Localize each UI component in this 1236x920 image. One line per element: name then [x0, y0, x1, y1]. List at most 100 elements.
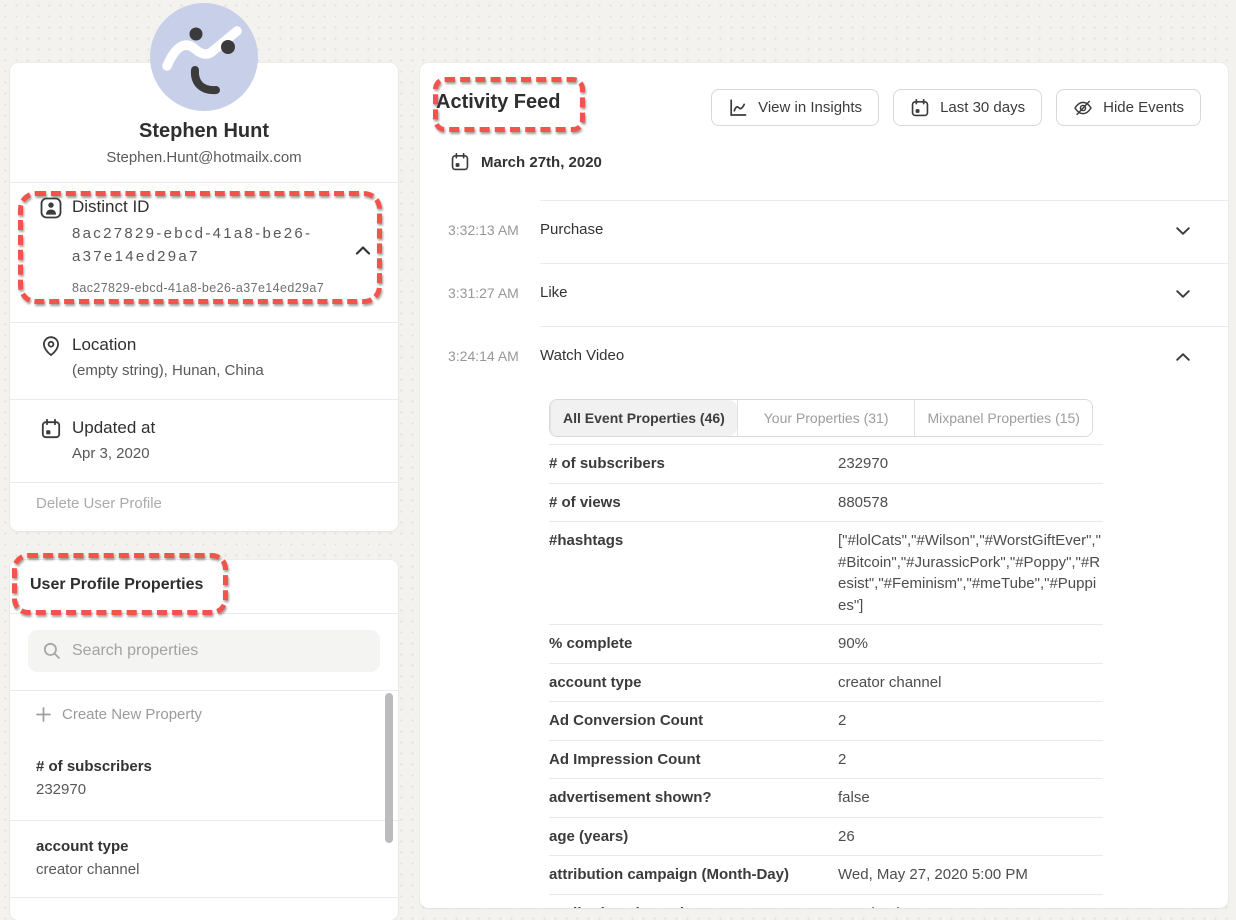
event-property-value: 2 — [838, 710, 1103, 732]
event-name: Watch Video — [540, 347, 624, 364]
event-property-name: # of subscribers — [549, 453, 838, 475]
calendar-icon — [450, 152, 470, 172]
property-name: account type — [36, 838, 129, 855]
property-name: # of subscribers — [36, 758, 152, 775]
date-range-label: Last 30 days — [940, 99, 1025, 116]
delete-user-profile-button[interactable]: Delete User Profile — [36, 495, 162, 512]
activity-feed-title: Activity Feed — [436, 91, 560, 114]
event-property-value: creator channel — [838, 672, 1103, 694]
divider — [10, 613, 398, 614]
event-property-name: account type — [549, 672, 838, 694]
calendar-icon — [40, 418, 62, 440]
event-properties-tabs: All Event Properties (46) Your Propertie… — [549, 399, 1093, 437]
view-in-insights-button[interactable]: View in Insights — [711, 89, 879, 126]
event-property-value: 26 — [838, 826, 1103, 848]
divider — [10, 482, 398, 483]
date-group-header: March 27th, 2020 — [450, 152, 602, 172]
event-time: 3:32:13 AM — [448, 222, 519, 238]
chevron-down-icon[interactable] — [1176, 290, 1190, 298]
divider — [10, 322, 398, 323]
event-property-name: Ad Conversion Count — [549, 710, 838, 732]
distinct-id-icon — [40, 197, 62, 219]
user-profile-card: Stephen Hunt Stephen.Hunt@hotmailx.com D… — [10, 63, 398, 531]
event-properties-tab[interactable]: All Event Properties (46) — [550, 400, 737, 436]
chevron-up-icon[interactable] — [354, 243, 372, 255]
eye-off-icon — [1073, 98, 1093, 118]
updated-at-label: Updated at — [72, 418, 155, 438]
location-pin-icon — [40, 335, 62, 357]
location-label: Location — [72, 335, 136, 355]
event-list: 3:32:13 AM Purchase 3:31:27 AM Like 3:24… — [420, 200, 1228, 389]
event-property-value: false — [838, 787, 1103, 809]
date-range-button[interactable]: Last 30 days — [893, 89, 1042, 126]
user-profile-properties-title: User Profile Properties — [30, 576, 203, 594]
search-properties-input[interactable] — [72, 642, 366, 660]
divider — [10, 182, 398, 183]
event-properties-table: # of subscribers 232970 # of views 88057… — [549, 444, 1103, 908]
divider — [10, 897, 398, 898]
search-properties-box[interactable] — [28, 630, 380, 672]
event-row[interactable]: 3:24:14 AM Watch Video — [420, 326, 1228, 389]
divider — [10, 820, 398, 821]
location-value: (empty string), Hunan, China — [72, 362, 264, 379]
hide-events-label: Hide Events — [1103, 99, 1184, 116]
event-property-name: Ad Impression Count — [549, 749, 838, 771]
event-row[interactable]: 3:32:13 AM Purchase — [420, 200, 1228, 263]
event-property-name: advertisement shown? — [549, 787, 838, 809]
event-time: 3:24:14 AM — [448, 348, 519, 364]
chevron-down-icon[interactable] — [1176, 227, 1190, 235]
event-properties-tab[interactable]: Your Properties (31) — [737, 400, 915, 436]
divider — [10, 399, 398, 400]
property-value: creator channel — [36, 861, 139, 878]
tab-label: Mixpanel Properties (15) — [927, 410, 1080, 426]
calendar-icon — [910, 98, 930, 118]
hide-events-button[interactable]: Hide Events — [1056, 89, 1201, 126]
event-property-name: % complete — [549, 633, 838, 655]
view-in-insights-label: View in Insights — [758, 99, 862, 116]
user-name: Stephen Hunt — [10, 120, 398, 143]
scrollbar-thumb[interactable] — [385, 693, 393, 843]
event-property-row: Ad Impression Count 2 — [549, 741, 1103, 780]
event-property-row: attribution channel Facebook — [549, 895, 1103, 909]
create-new-property-button[interactable]: Create New Property — [36, 706, 202, 723]
event-property-row: attribution campaign (Month-Day) Wed, Ma… — [549, 856, 1103, 895]
date-group-label: March 27th, 2020 — [481, 154, 602, 171]
event-property-name: attribution campaign (Month-Day) — [549, 864, 838, 886]
create-new-property-label: Create New Property — [62, 706, 202, 723]
event-property-row: #hashtags ["#lolCats","#Wilson","#WorstG… — [549, 522, 1103, 625]
event-property-row: age (years) 26 — [549, 818, 1103, 857]
event-property-name: #hashtags — [549, 530, 838, 616]
event-property-row: Ad Conversion Count 2 — [549, 702, 1103, 741]
event-property-value: 90% — [838, 633, 1103, 655]
tab-label: Your Properties (31) — [764, 410, 889, 426]
user-email: Stephen.Hunt@hotmailx.com — [10, 149, 398, 166]
event-name: Purchase — [540, 221, 603, 238]
avatar — [150, 3, 258, 111]
event-property-row: account type creator channel — [549, 664, 1103, 703]
event-property-value: 880578 — [838, 492, 1103, 514]
event-detail-panel: All Event Properties (46) Your Propertie… — [549, 399, 1103, 908]
feed-toolbar: View in Insights Last 30 days Hide Event… — [711, 89, 1201, 126]
event-properties-tab[interactable]: Mixpanel Properties (15) — [914, 400, 1092, 436]
distinct-id-copy-value[interactable]: 8ac27829-ebcd-41a8-be26-a37e14ed29a7 — [72, 281, 324, 295]
event-time: 3:31:27 AM — [448, 285, 519, 301]
event-property-value: 2 — [838, 749, 1103, 771]
event-row[interactable]: 3:31:27 AM Like — [420, 263, 1228, 326]
event-property-row: advertisement shown? false — [549, 779, 1103, 818]
event-name: Like — [540, 284, 568, 301]
user-profile-properties-card: User Profile Properties Create New Prope… — [10, 560, 398, 920]
event-property-value: 232970 — [838, 453, 1103, 475]
event-property-row: # of views 880578 — [549, 484, 1103, 523]
line-chart-icon — [728, 98, 748, 118]
event-property-row: # of subscribers 232970 — [549, 445, 1103, 484]
event-property-value: ["#lolCats","#Wilson","#WorstGiftEver","… — [838, 530, 1103, 616]
event-property-value: Facebook — [838, 903, 1103, 909]
event-property-name: age (years) — [549, 826, 838, 848]
distinct-id-value: 8ac27829-ebcd-41a8-be26-a37e14ed29a7 — [72, 222, 350, 268]
chevron-down-icon[interactable] — [1176, 353, 1190, 361]
event-property-value: Wed, May 27, 2020 5:00 PM — [838, 864, 1103, 886]
divider — [10, 690, 398, 691]
search-icon — [42, 641, 62, 661]
event-property-row: % complete 90% — [549, 625, 1103, 664]
updated-at-value: Apr 3, 2020 — [72, 445, 150, 462]
